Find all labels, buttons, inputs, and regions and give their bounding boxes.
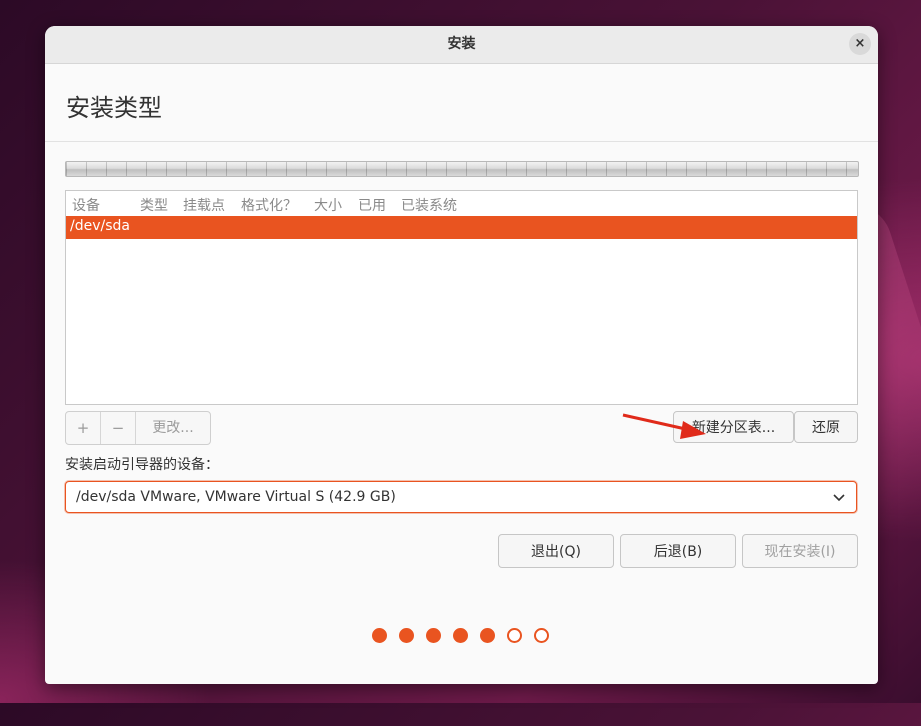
- bootloader-device-select[interactable]: /dev/sda VMware, VMware Virtual S (42.9 …: [65, 481, 857, 513]
- step-dot: [453, 628, 468, 643]
- remove-partition-button[interactable]: −: [101, 412, 136, 444]
- content-area: 设备 类型 挂载点 格式化？ 大小 已用 已装系统 /dev/sda + − 更…: [45, 26, 878, 684]
- row-device: /dev/sda: [70, 218, 130, 234]
- step-dot: [372, 628, 387, 643]
- table-header: 设备 类型 挂载点 格式化？ 大小 已用 已装系统: [66, 191, 857, 216]
- back-button[interactable]: 后退(B): [620, 534, 736, 568]
- new-partition-table-button[interactable]: 新建分区表...: [673, 411, 794, 443]
- step-indicator: [372, 628, 549, 643]
- step-dot: [399, 628, 414, 643]
- partition-toolbar: + − 更改...: [65, 411, 211, 445]
- partition-table[interactable]: 设备 类型 挂载点 格式化？ 大小 已用 已装系统 /dev/sda: [65, 190, 858, 405]
- step-dot: [426, 628, 441, 643]
- change-partition-button[interactable]: 更改...: [136, 412, 210, 444]
- column-header-format[interactable]: 格式化？: [241, 195, 297, 215]
- install-now-button[interactable]: 现在安装(I): [742, 534, 858, 568]
- revert-button[interactable]: 还原: [794, 411, 858, 443]
- column-header-size[interactable]: 大小: [314, 195, 342, 215]
- column-header-device[interactable]: 设备: [72, 195, 100, 215]
- bootloader-device-value: /dev/sda VMware, VMware Virtual S (42.9 …: [76, 489, 396, 505]
- disk-usage-bar: [65, 161, 859, 177]
- column-header-mount[interactable]: 挂载点: [183, 195, 225, 215]
- step-dot: [480, 628, 495, 643]
- table-row[interactable]: /dev/sda: [66, 216, 857, 239]
- column-header-type[interactable]: 类型: [140, 195, 168, 215]
- add-partition-button[interactable]: +: [66, 412, 101, 444]
- column-header-used[interactable]: 已用: [358, 195, 386, 215]
- step-dot: [507, 628, 522, 643]
- chevron-down-icon: [833, 494, 845, 502]
- column-header-system[interactable]: 已装系统: [401, 195, 457, 215]
- bootloader-label: 安装启动引导器的设备：: [65, 457, 219, 473]
- quit-button[interactable]: 退出(Q): [498, 534, 614, 568]
- step-dot: [534, 628, 549, 643]
